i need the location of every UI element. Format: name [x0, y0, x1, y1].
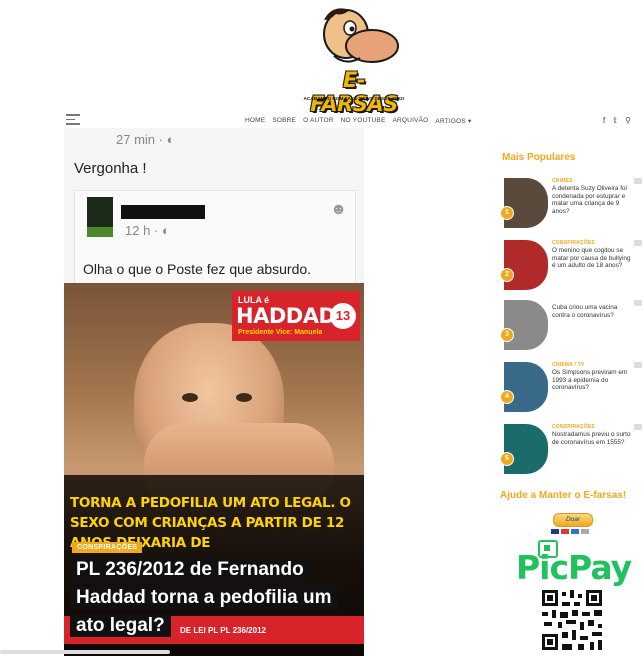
popular-thumbnail	[504, 424, 548, 474]
bank-icon	[581, 529, 589, 534]
badge-name: HADDAD	[236, 304, 336, 328]
shared-post: 12 h · ◐ ☻ Olha o que o Poste fez que ab…	[74, 190, 356, 287]
popular-item[interactable]: 5 CONSPIRAÇÕES Nostradamus previu o surt…	[500, 424, 642, 478]
popular-title: Mais Populares	[502, 152, 576, 163]
visa-icon	[551, 529, 559, 534]
menu-icon[interactable]	[66, 114, 80, 128]
headline-line: PL 236/2012 de Fernando	[70, 558, 310, 581]
rank-badge: 2	[500, 268, 514, 282]
eyes	[182, 393, 252, 403]
campaign-badge: LULA é HADDAD Presidente Vice: Manuela 1…	[232, 291, 360, 341]
avatar	[87, 197, 113, 237]
facebook-icon[interactable]: f	[603, 116, 605, 125]
popular-title-link[interactable]: O menino que cogitou se matar por causa …	[552, 247, 634, 270]
search-icon[interactable]: ⚲	[625, 116, 631, 125]
popular-thumbnail	[504, 362, 548, 412]
popular-title-link[interactable]: Os Simpsons previram em 1993 a epidemia …	[552, 369, 634, 392]
share-icon[interactable]	[634, 300, 642, 306]
nav-item-artigos[interactable]: ARTIGOS ▾	[435, 117, 471, 125]
popular-title-link[interactable]: Cuba criou uma vacina contra o coronavír…	[552, 304, 634, 319]
picpay-logo[interactable]: PicPay	[516, 548, 632, 587]
qr-code-icon	[540, 588, 604, 652]
category-badge[interactable]: CONSPIRAÇÕES	[72, 542, 143, 553]
payment-cards	[551, 529, 589, 534]
main-nav: HOME SOBRE O AUTOR NO YOUTUBE ARQUIVÃO A…	[245, 117, 471, 125]
headline-line: ato legal?	[70, 614, 171, 637]
nav-item-arquivao[interactable]: ARQUIVÃO	[392, 117, 428, 125]
shared-post-text: Olha o que o Poste fez que absurdo.	[83, 261, 312, 277]
share-icon[interactable]	[634, 178, 642, 184]
popular-category: CINEMA / TV	[552, 362, 585, 368]
nav-item-sobre[interactable]: SOBRE	[272, 117, 296, 125]
popular-thumbnail	[504, 300, 548, 350]
post-comment: Vergonha !	[74, 160, 147, 177]
badge-subtitle: Presidente Vice: Manuela	[238, 329, 323, 336]
rank-badge: 3	[500, 328, 514, 342]
add-friend-icon: ☻	[330, 201, 347, 218]
shared-post-timestamp: 12 h · ◐	[125, 223, 170, 238]
post-headline[interactable]: PL 236/2012 de Fernando Haddad torna a p…	[70, 556, 370, 640]
nav-item-home[interactable]: HOME	[245, 117, 265, 125]
social-icons: f 𝕥 ⚲	[603, 116, 631, 125]
headline-line: Haddad torna a pedofilia um	[70, 586, 338, 609]
rank-badge: 4	[500, 390, 514, 404]
mastercard-icon	[561, 529, 569, 534]
badge-number: 13	[330, 303, 356, 329]
redacted-username	[121, 205, 205, 219]
horizontal-scrollbar[interactable]	[0, 650, 170, 654]
amex-icon	[571, 529, 579, 534]
popular-category: CONSPIRAÇÕES	[552, 240, 595, 246]
site-logo[interactable]: E-FARSAS ACABANDO COM FAKE NEWS DESDE 20…	[298, 6, 410, 116]
rank-badge: 5	[500, 452, 514, 466]
popular-item[interactable]: 4 CINEMA / TV Os Simpsons previram em 19…	[500, 362, 642, 416]
twitter-icon[interactable]: 𝕥	[613, 116, 617, 125]
popular-thumbnail	[504, 178, 548, 228]
popular-item[interactable]: 1 CRIMES A detenta Suzy Oliveira foi con…	[500, 178, 642, 232]
popular-category: CRIMES	[552, 178, 573, 184]
share-icon[interactable]	[634, 240, 642, 246]
rank-badge: 1	[500, 206, 514, 220]
popular-item[interactable]: 3 Cuba criou uma vacina contra o coronav…	[500, 300, 642, 354]
donate-button[interactable]: Doar	[553, 513, 593, 527]
nav-item-no-youtube[interactable]: NO YOUTUBE	[341, 117, 386, 125]
share-icon[interactable]	[634, 424, 642, 430]
popular-category: CONSPIRAÇÕES	[552, 424, 595, 430]
popular-thumbnail	[504, 240, 548, 290]
nav-item-o-autor[interactable]: O AUTOR	[303, 117, 334, 125]
logo-tagline: ACABANDO COM FAKE NEWS DESDE 2002!	[303, 96, 405, 101]
share-icon[interactable]	[634, 362, 642, 368]
popular-title-link[interactable]: Nostradamus previu o surto de coronavíru…	[552, 431, 634, 446]
popular-title-link[interactable]: A detenta Suzy Oliveira foi condenada po…	[552, 185, 634, 215]
post-timestamp: 27 min · ◐	[116, 132, 175, 147]
support-title: Ajude a Manter o E-farsas!	[500, 490, 627, 501]
popular-item[interactable]: 2 CONSPIRAÇÕES O menino que cogitou se m…	[500, 240, 642, 294]
logo-wordmark: E-FARSAS	[310, 68, 398, 116]
mascot-icon	[323, 8, 399, 63]
